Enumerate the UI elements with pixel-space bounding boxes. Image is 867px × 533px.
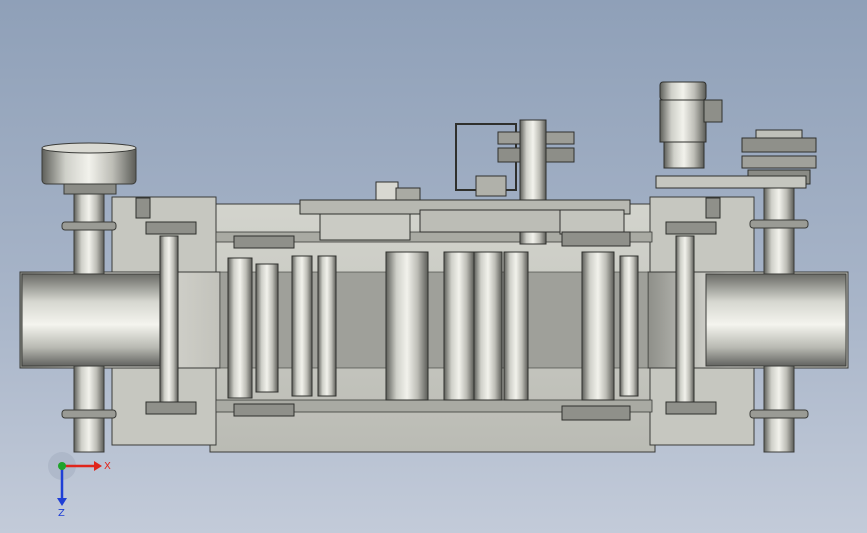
coordinate-triad: X Z [48,452,111,519]
left-spool-hub [63,183,117,195]
right-end-roller [705,273,847,367]
motor-terminal-box [703,99,723,123]
left-spool-rim [41,142,137,154]
left-shaft-collar-lower [61,409,117,419]
cad-viewport[interactable]: X Z [0,0,867,533]
motor-gearbox [663,141,705,169]
machine-assembly-model[interactable] [0,0,867,533]
motor-cap [659,81,707,101]
left-lower-shaft [73,365,105,453]
left-upper-shaft [73,193,105,275]
motor-body [659,99,707,143]
drive-belt-bar [655,175,807,189]
center-drive-assembly [299,119,631,245]
x-axis-label: X [104,461,111,472]
x-axis-head [94,461,102,471]
right-lower-shaft [763,365,795,453]
right-shaft-collar-lower [749,409,809,419]
z-axis-label: Z [58,508,65,519]
right-shaft-collar-upper [749,219,809,229]
center-roller-bank [159,235,695,405]
z-axis-head [57,498,67,506]
left-shaft-collar-upper [61,221,117,231]
left-end-roller [21,273,161,367]
right-upper-shaft [763,187,795,275]
y-axis-dot [58,462,66,470]
